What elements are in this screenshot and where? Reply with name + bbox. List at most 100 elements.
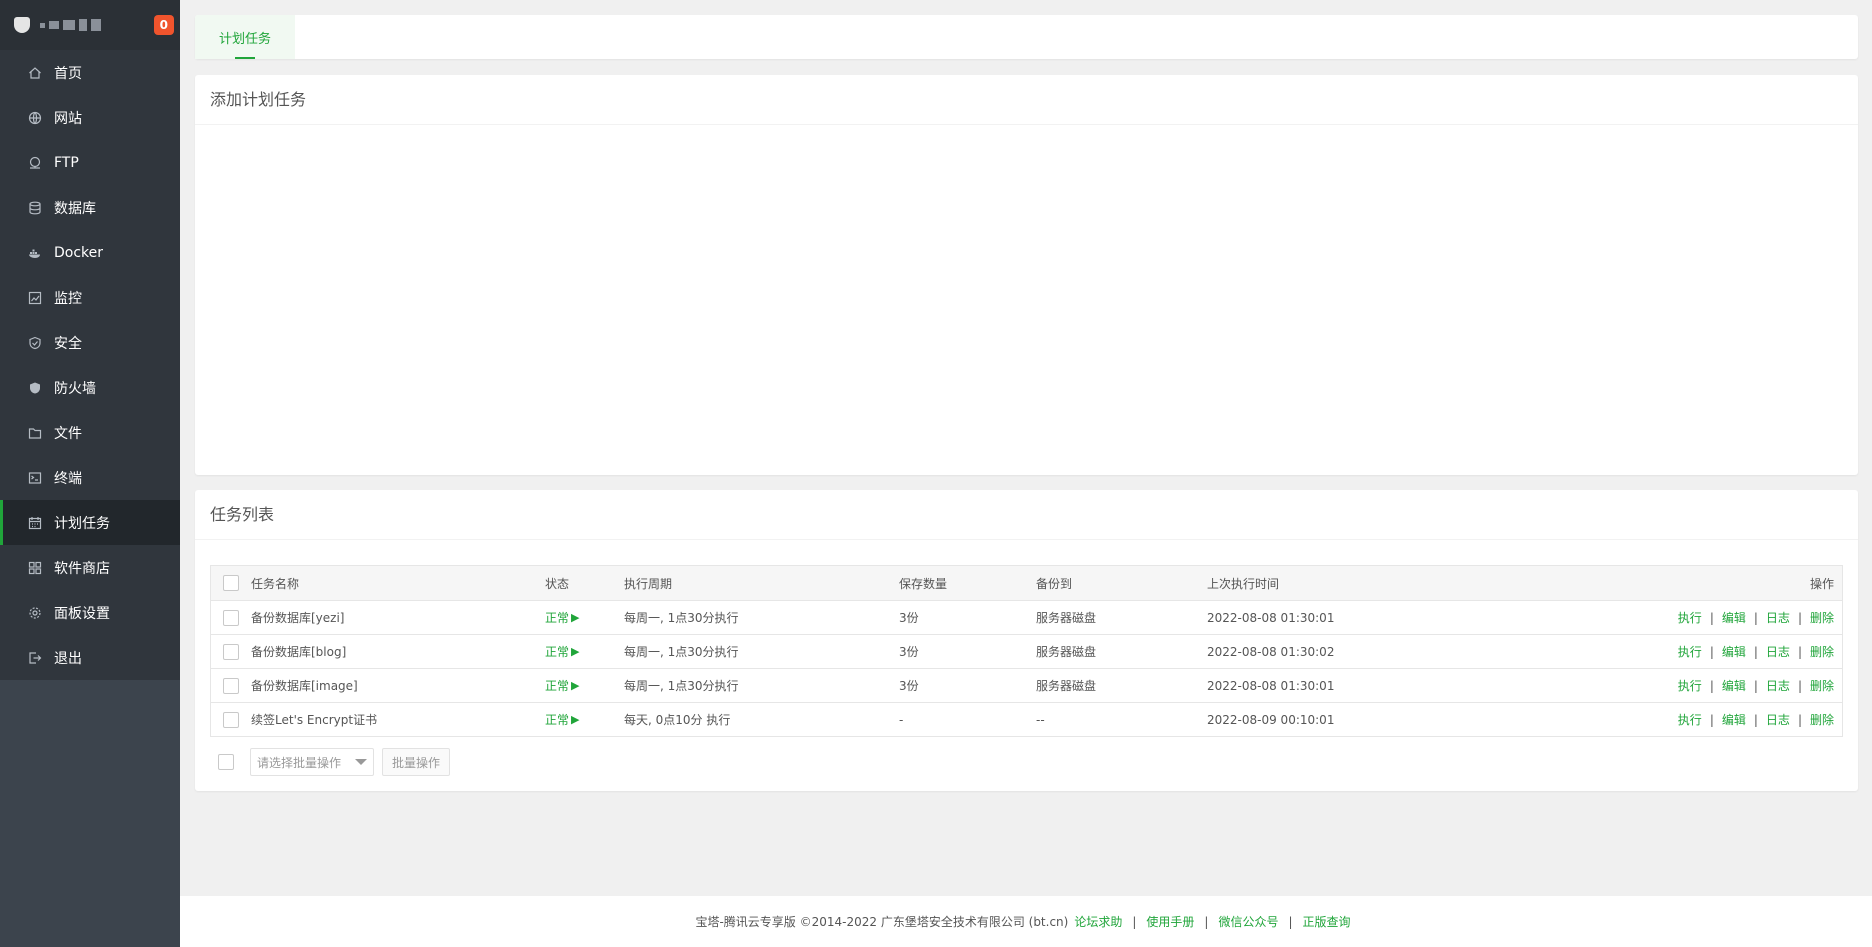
sidebar-item-label: 首页	[54, 65, 82, 82]
task-name: 备份数据库[blog]	[251, 645, 347, 659]
row-checkbox[interactable]	[223, 609, 239, 626]
delete-link[interactable]: 删除	[1810, 645, 1834, 659]
task-last-run: 2022-08-09 00:10:01	[1207, 712, 1335, 727]
col-name: 任务名称	[251, 576, 300, 591]
edit-link[interactable]: 编辑	[1722, 713, 1746, 727]
task-name: 续签Let's Encrypt证书	[251, 713, 378, 727]
sidebar: 0 首页 网站 FTP 数据库 Docker 监控 安全 防火墙 文件 终端 计…	[0, 0, 180, 947]
col-last-run: 上次执行时间	[1207, 576, 1280, 591]
sidebar-item-docker[interactable]: Docker	[0, 230, 180, 275]
sidebar-item-label: 面板设置	[54, 605, 110, 622]
play-icon: ▶	[571, 645, 580, 658]
server-name-redacted	[40, 19, 101, 31]
footer-link-forum[interactable]: 论坛求助	[1074, 913, 1122, 930]
delete-link[interactable]: 删除	[1810, 611, 1834, 625]
footer-link-manual[interactable]: 使用手册	[1146, 913, 1194, 930]
footer-link-license[interactable]: 正版查询	[1303, 913, 1351, 930]
status-toggle[interactable]: 正常 ▶	[545, 643, 579, 660]
task-cycle: 每周一, 1点30分执行	[624, 645, 739, 659]
delete-link[interactable]: 删除	[1810, 679, 1834, 693]
sidebar-item-label: 数据库	[54, 200, 96, 217]
log-link[interactable]: 日志	[1766, 611, 1790, 625]
sidebar-item-label: 计划任务	[54, 515, 110, 532]
task-ops: 执行 | 编辑 | 日志 | 删除	[1677, 679, 1834, 693]
notification-badge[interactable]: 0	[153, 15, 174, 35]
sidebar-item-database[interactable]: 数据库	[0, 185, 180, 230]
sidebar-item-website[interactable]: 网站	[0, 95, 180, 140]
task-keep: 3份	[899, 611, 919, 625]
batch-action-select[interactable]: 请选择批量操作	[250, 748, 374, 776]
task-name: 备份数据库[image]	[251, 679, 358, 693]
sidebar-item-label: 网站	[54, 110, 82, 127]
tab-active-indicator	[235, 57, 255, 59]
log-link[interactable]: 日志	[1766, 645, 1790, 659]
sidebar-item-label: 文件	[54, 425, 82, 442]
globe-icon	[28, 111, 42, 125]
run-link[interactable]: 执行	[1678, 679, 1702, 693]
edit-link[interactable]: 编辑	[1722, 679, 1746, 693]
sidebar-item-terminal[interactable]: 终端	[0, 455, 180, 500]
task-ops: 执行 | 编辑 | 日志 | 删除	[1677, 713, 1834, 727]
edit-link[interactable]: 编辑	[1722, 645, 1746, 659]
apps-icon	[28, 561, 42, 575]
sidebar-item-firewall[interactable]: 防火墙	[0, 365, 180, 410]
sidebar-item-home[interactable]: 首页	[0, 50, 180, 95]
tab-label: 计划任务	[218, 31, 271, 47]
chevron-down-icon	[355, 759, 367, 765]
sidebar-item-files[interactable]: 文件	[0, 410, 180, 455]
table-header: 任务名称 状态 执行周期 保存数量 备份到 上次执行时间 操作	[211, 566, 1842, 600]
row-checkbox[interactable]	[223, 677, 239, 694]
sidebar-item-label: FTP	[54, 154, 79, 171]
run-link[interactable]: 执行	[1678, 645, 1702, 659]
task-last-run: 2022-08-08 01:30:01	[1207, 678, 1335, 693]
task-cycle: 每周一, 1点30分执行	[624, 611, 739, 625]
footer: 宝塔-腾讯云专享版 ©2014-2022 广东堡塔安全技术有限公司 (bt.cn…	[180, 896, 1872, 947]
log-link[interactable]: 日志	[1766, 679, 1790, 693]
task-last-run: 2022-08-08 01:30:01	[1207, 610, 1335, 625]
status-toggle[interactable]: 正常 ▶	[545, 609, 579, 626]
table-row: 续签Let's Encrypt证书 正常 ▶ 每天, 0点10分 执行 - -- …	[211, 702, 1842, 736]
sidebar-item-monitor[interactable]: 监控	[0, 275, 180, 320]
row-checkbox[interactable]	[223, 711, 239, 728]
sidebar-item-ftp[interactable]: FTP	[0, 140, 180, 185]
col-ops: 操作	[1809, 576, 1834, 591]
play-icon: ▶	[571, 611, 580, 624]
folder-icon	[28, 426, 42, 440]
task-keep: 3份	[899, 679, 919, 693]
sidebar-item-settings[interactable]: 面板设置	[0, 590, 180, 635]
log-link[interactable]: 日志	[1766, 713, 1790, 727]
sidebar-item-logout[interactable]: 退出	[0, 635, 180, 680]
task-last-run: 2022-08-08 01:30:02	[1207, 644, 1335, 659]
shield-icon	[28, 336, 42, 350]
table-row: 备份数据库[image] 正常 ▶ 每周一, 1点30分执行 3份 服务器磁盘 2…	[211, 668, 1842, 702]
sidebar-item-app-store[interactable]: 软件商店	[0, 545, 180, 590]
batch-select-all-checkbox[interactable]	[218, 754, 234, 770]
task-dest: 服务器磁盘	[1036, 679, 1097, 693]
batch-bar: 请选择批量操作 批量操作	[210, 748, 451, 776]
col-cycle: 执行周期	[624, 576, 673, 591]
task-name: 备份数据库[yezi]	[251, 611, 345, 625]
row-checkbox[interactable]	[223, 643, 239, 660]
database-icon	[28, 201, 42, 215]
sidebar-item-security[interactable]: 安全	[0, 320, 180, 365]
run-link[interactable]: 执行	[1678, 611, 1702, 625]
edit-link[interactable]: 编辑	[1722, 611, 1746, 625]
select-all-checkbox[interactable]	[223, 575, 239, 591]
tab-cron[interactable]: 计划任务	[195, 15, 295, 59]
delete-link[interactable]: 删除	[1810, 713, 1834, 727]
status-toggle[interactable]: 正常 ▶	[545, 677, 579, 694]
col-dest: 备份到	[1036, 576, 1073, 591]
status-toggle[interactable]: 正常 ▶	[545, 711, 579, 728]
gear-icon	[28, 606, 42, 620]
footer-link-wechat[interactable]: 微信公众号	[1218, 913, 1278, 930]
run-link[interactable]: 执行	[1678, 713, 1702, 727]
task-table: 任务名称 状态 执行周期 保存数量 备份到 上次执行时间 操作 备份数据库[ye…	[210, 565, 1843, 737]
task-ops: 执行 | 编辑 | 日志 | 删除	[1677, 611, 1834, 625]
batch-action-button[interactable]: 批量操作	[382, 748, 451, 776]
task-dest: 服务器磁盘	[1036, 645, 1097, 659]
docker-icon	[28, 246, 42, 260]
sidebar-item-label: 软件商店	[54, 560, 110, 577]
task-keep: -	[899, 712, 904, 727]
add-task-title: 添加计划任务	[195, 75, 1858, 125]
sidebar-item-cron[interactable]: 计划任务	[0, 500, 180, 545]
